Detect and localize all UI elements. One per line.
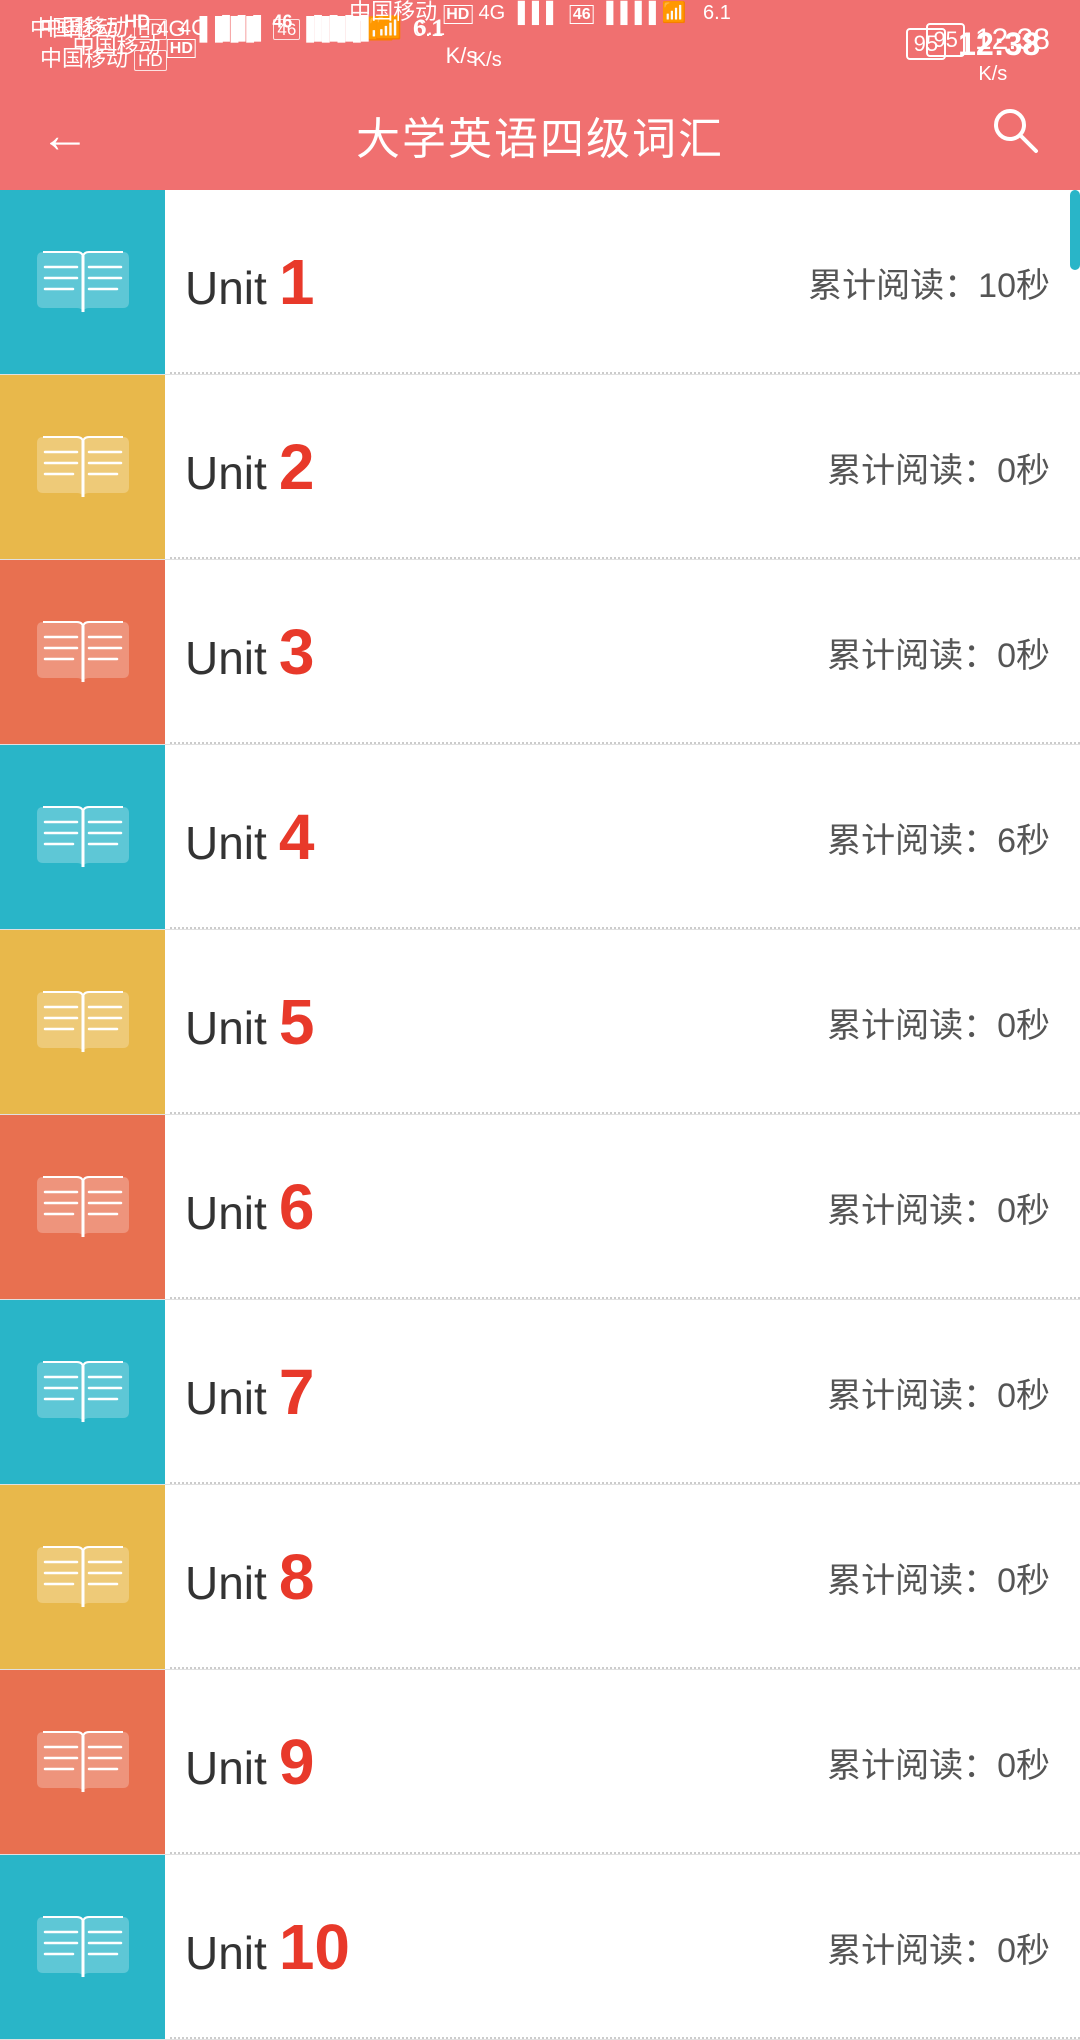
unit-icon-2: [0, 375, 165, 559]
unit-item-5[interactable]: Unit 5 累计阅读：0秒: [0, 930, 1080, 1115]
unit-number-2: 2: [279, 430, 315, 504]
unit-content-10: Unit 10 累计阅读：0秒: [165, 1855, 1080, 2039]
unit-reading-8: 累计阅读：0秒: [827, 1553, 1050, 1602]
unit-label-8: Unit 8: [185, 1540, 314, 1614]
unit-icon-4: [0, 745, 165, 929]
unit-content-1: Unit 1 累计阅读：10秒: [165, 190, 1080, 374]
unit-icon-3: [0, 560, 165, 744]
unit-label-10: Unit 10: [185, 1910, 350, 1984]
unit-reading-7: 累计阅读：0秒: [827, 1368, 1050, 1417]
unit-reading-1: 累计阅读：10秒: [808, 258, 1050, 307]
unit-label-2: Unit 2: [185, 430, 314, 504]
unit-icon-7: [0, 1300, 165, 1484]
unit-label-5: Unit 5: [185, 985, 314, 1059]
unit-label-7: Unit 7: [185, 1355, 314, 1429]
unit-text-1: Unit: [185, 261, 267, 315]
unit-item-8[interactable]: Unit 8 累计阅读：0秒: [0, 1485, 1080, 1670]
carrier-line-2: 中国移动 HD K/s: [73, 28, 1008, 86]
unit-reading-5: 累计阅读：0秒: [827, 998, 1050, 1047]
unit-number-5: 5: [279, 985, 315, 1059]
unit-label-4: Unit 4: [185, 800, 314, 874]
unit-text-5: Unit: [185, 1001, 267, 1055]
unit-item-9[interactable]: Unit 9 累计阅读：0秒: [0, 1670, 1080, 1855]
unit-reading-6: 累计阅读：0秒: [827, 1183, 1050, 1232]
unit-number-6: 6: [279, 1170, 315, 1244]
unit-item-2[interactable]: Unit 2 累计阅读：0秒: [0, 375, 1080, 560]
unit-text-3: Unit: [185, 631, 267, 685]
unit-item-4[interactable]: Unit 4 累计阅读：6秒: [0, 745, 1080, 930]
unit-icon-5: [0, 930, 165, 1114]
unit-item-10[interactable]: Unit 10 累计阅读：0秒: [0, 1855, 1080, 2040]
unit-content-5: Unit 5 累计阅读：0秒: [165, 930, 1080, 1114]
search-button[interactable]: [990, 105, 1040, 166]
unit-item-6[interactable]: Unit 6 累计阅读：0秒: [0, 1115, 1080, 1300]
unit-text-4: Unit: [185, 816, 267, 870]
unit-label-1: Unit 1: [185, 245, 314, 319]
header: ← 大学英语四级词汇: [0, 80, 1080, 190]
unit-icon-8: [0, 1485, 165, 1669]
unit-content-2: Unit 2 累计阅读：0秒: [165, 375, 1080, 559]
unit-content-4: Unit 4 累计阅读：6秒: [165, 745, 1080, 929]
unit-number-1: 1: [279, 245, 315, 319]
unit-text-2: Unit: [185, 446, 267, 500]
unit-label-6: Unit 6: [185, 1170, 314, 1244]
unit-number-3: 3: [279, 615, 315, 689]
unit-reading-2: 累计阅读：0秒: [827, 443, 1050, 492]
unit-content-3: Unit 3 累计阅读：0秒: [165, 560, 1080, 744]
unit-item-3[interactable]: Unit 3 累计阅读：0秒: [0, 560, 1080, 745]
unit-content-6: Unit 6 累计阅读：0秒: [165, 1115, 1080, 1299]
unit-item-1[interactable]: Unit 1 累计阅读：10秒: [0, 190, 1080, 375]
carrier-line-1: 中国移动 HD 4G ▐▐▐ 46 ▐▐▐▐ 📶 6.1: [349, 0, 731, 26]
unit-number-7: 7: [279, 1355, 315, 1429]
unit-list: Unit 1 累计阅读：10秒 Unit 2 累计阅读：0秒: [0, 190, 1080, 2040]
unit-reading-3: 累计阅读：0秒: [827, 628, 1050, 677]
unit-number-9: 9: [279, 1725, 315, 1799]
unit-text-10: Unit: [185, 1926, 267, 1980]
unit-icon-6: [0, 1115, 165, 1299]
unit-item-7[interactable]: Unit 7 累计阅读：0秒: [0, 1300, 1080, 1485]
unit-reading-10: 累计阅读：0秒: [827, 1923, 1050, 1972]
unit-reading-9: 累计阅读：0秒: [827, 1738, 1050, 1787]
unit-label-9: Unit 9: [185, 1725, 314, 1799]
unit-text-6: Unit: [185, 1186, 267, 1240]
back-button[interactable]: ←: [40, 106, 90, 164]
unit-number-8: 8: [279, 1540, 315, 1614]
unit-icon-9: [0, 1670, 165, 1854]
page-title: 大学英语四级词汇: [356, 103, 724, 167]
unit-content-7: Unit 7 累计阅读：0秒: [165, 1300, 1080, 1484]
unit-icon-1: [0, 190, 165, 374]
unit-text-9: Unit: [185, 1741, 267, 1795]
unit-reading-4: 累计阅读：6秒: [827, 813, 1050, 862]
unit-text-8: Unit: [185, 1556, 267, 1610]
unit-number-10: 10: [279, 1910, 350, 1984]
status-bar: 中国移动 HD 4G ▐▐▐▐ 46 ▐▐▐▐ 📶 6.1 K/s 中国移动 H…: [0, 0, 1080, 80]
unit-content-9: Unit 9 累计阅读：0秒: [165, 1670, 1080, 1854]
unit-text-7: Unit: [185, 1371, 267, 1425]
unit-label-3: Unit 3: [185, 615, 314, 689]
unit-icon-10: [0, 1855, 165, 2039]
unit-content-8: Unit 8 累计阅读：0秒: [165, 1485, 1080, 1669]
unit-number-4: 4: [279, 800, 315, 874]
